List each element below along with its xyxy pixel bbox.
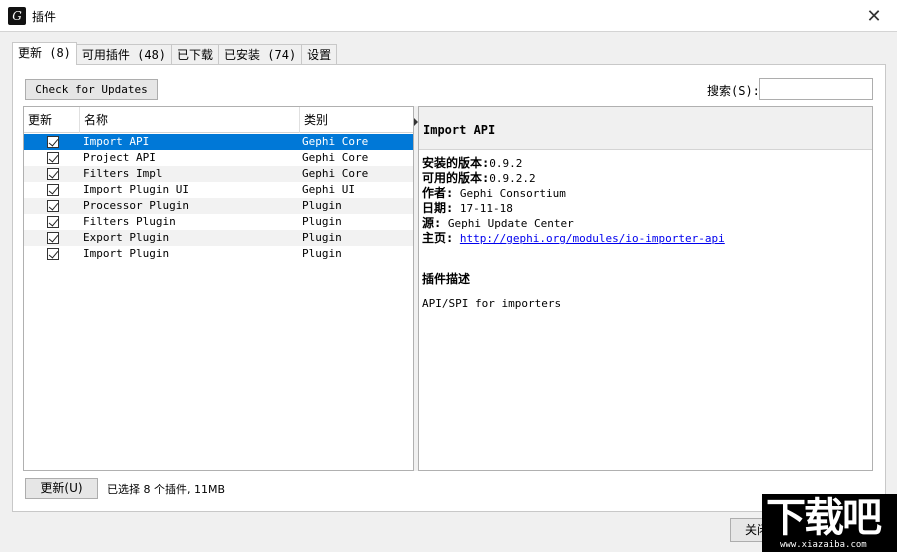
author-label: 作者: — [422, 186, 454, 200]
date-label: 日期: — [422, 201, 454, 215]
installed-version-label: 安装的版本: — [422, 156, 490, 170]
watermark-text: 下载吧 — [766, 495, 882, 541]
column-header-update[interactable]: 更新 — [24, 107, 80, 133]
list-header: 更新 名称 类别 — [24, 107, 413, 133]
column-header-name[interactable]: 名称 — [80, 107, 300, 133]
title-bar: G 插件 ✕ — [0, 0, 897, 32]
plugin-detail-panel: Import API 安装的版本:0.9.2 可用的版本:0.9.2.2 作者:… — [418, 106, 873, 471]
source-value: Gephi Update Center — [441, 217, 574, 230]
table-row[interactable]: Filters Plugin Plugin — [24, 214, 413, 230]
update-checkbox[interactable] — [47, 232, 59, 244]
plugin-name: Filters Plugin — [83, 215, 176, 228]
plugin-category: Gephi Core — [302, 135, 369, 148]
update-checkbox[interactable] — [47, 200, 59, 212]
window-title: 插件 — [32, 10, 57, 24]
date-value: 17-11-18 — [453, 202, 513, 215]
table-row[interactable]: Project API Gephi Core — [24, 150, 413, 166]
plugin-name: Export Plugin — [83, 231, 170, 244]
watermark-url: www.xiazaiba.com — [780, 540, 867, 550]
update-checkbox[interactable] — [47, 248, 59, 260]
plugin-name: Project API — [83, 151, 156, 164]
updates-panel: Check for Updates 搜索(S): 更新 名称 类别 Import… — [12, 64, 886, 512]
plugin-name: Filters Impl — [83, 167, 163, 180]
gephi-app-icon: G — [8, 7, 26, 25]
tab-available-plugins[interactable]: 可用插件 (48) — [75, 44, 173, 65]
table-row[interactable]: Filters Impl Gephi Core — [24, 166, 413, 182]
table-row[interactable]: Export Plugin Plugin — [24, 230, 413, 246]
detail-plugin-title: Import API — [423, 123, 496, 137]
plugin-category: Plugin — [302, 247, 342, 260]
installed-version-value: 0.9.2 — [489, 157, 523, 170]
author-value: Gephi Consortium — [453, 187, 566, 200]
plugin-category: Plugin — [302, 231, 342, 244]
check-for-updates-button[interactable]: Check for Updates — [25, 79, 158, 100]
search-label: 搜索(S): — [707, 84, 760, 98]
tab-settings[interactable]: 设置 — [301, 44, 338, 65]
description-title: 插件描述 — [422, 272, 471, 286]
tab-updates[interactable]: 更新 (8) — [12, 42, 77, 65]
plugin-category: Gephi Core — [302, 151, 369, 164]
selection-status: 已选择 8 个插件, 11MB — [107, 483, 226, 496]
tab-installed[interactable]: 已安装 (74) — [218, 44, 303, 65]
plugin-category: Gephi UI — [302, 183, 355, 196]
detail-header: Import API — [419, 107, 872, 150]
plugin-list: 更新 名称 类别 Import API Gephi Core Project A… — [23, 106, 414, 471]
plugin-category: Gephi Core — [302, 167, 369, 180]
search-input[interactable] — [759, 78, 873, 100]
plugin-category: Plugin — [302, 199, 342, 212]
update-checkbox[interactable] — [47, 152, 59, 164]
table-row[interactable]: Import Plugin UI Gephi UI — [24, 182, 413, 198]
plugins-dialog: 更新 (8) 可用插件 (48) 已下载 已安装 (74) 设置 Check f… — [0, 32, 897, 552]
column-header-category[interactable]: 类别 — [300, 107, 413, 133]
tab-downloaded[interactable]: 已下载 — [171, 44, 220, 65]
description-text: API/SPI for importers — [422, 297, 562, 310]
source-label: 源: — [422, 216, 442, 230]
table-row[interactable]: Processor Plugin Plugin — [24, 198, 413, 214]
table-row[interactable]: Import API Gephi Core — [24, 134, 413, 150]
homepage-label: 主页: — [422, 231, 454, 245]
plugin-name: Processor Plugin — [83, 199, 189, 212]
update-checkbox[interactable] — [47, 184, 59, 196]
plugin-category: Plugin — [302, 215, 342, 228]
update-checkbox[interactable] — [47, 136, 59, 148]
list-rows: Import API Gephi Core Project API Gephi … — [24, 134, 413, 262]
plugin-name: Import Plugin UI — [83, 183, 189, 196]
tab-strip: 更新 (8) 可用插件 (48) 已下载 已安装 (74) 设置 — [12, 42, 338, 65]
update-button[interactable]: 更新(U) — [25, 478, 98, 499]
update-checkbox[interactable] — [47, 168, 59, 180]
plugin-name: Import API — [83, 135, 150, 148]
plugin-name: Import Plugin — [83, 247, 170, 260]
detail-info: 安装的版本:0.9.2 可用的版本:0.9.2.2 作者: Gephi Cons… — [422, 156, 725, 246]
available-version-value: 0.9.2.2 — [489, 172, 536, 185]
update-checkbox[interactable] — [47, 216, 59, 228]
close-window-icon[interactable]: ✕ — [851, 0, 897, 32]
table-row[interactable]: Import Plugin Plugin — [24, 246, 413, 262]
watermark-logo: 下载吧 www.xiazaiba.com — [762, 494, 897, 552]
available-version-label: 可用的版本: — [422, 171, 490, 185]
homepage-link[interactable]: http://gephi.org/modules/io-importer-api — [460, 232, 725, 245]
